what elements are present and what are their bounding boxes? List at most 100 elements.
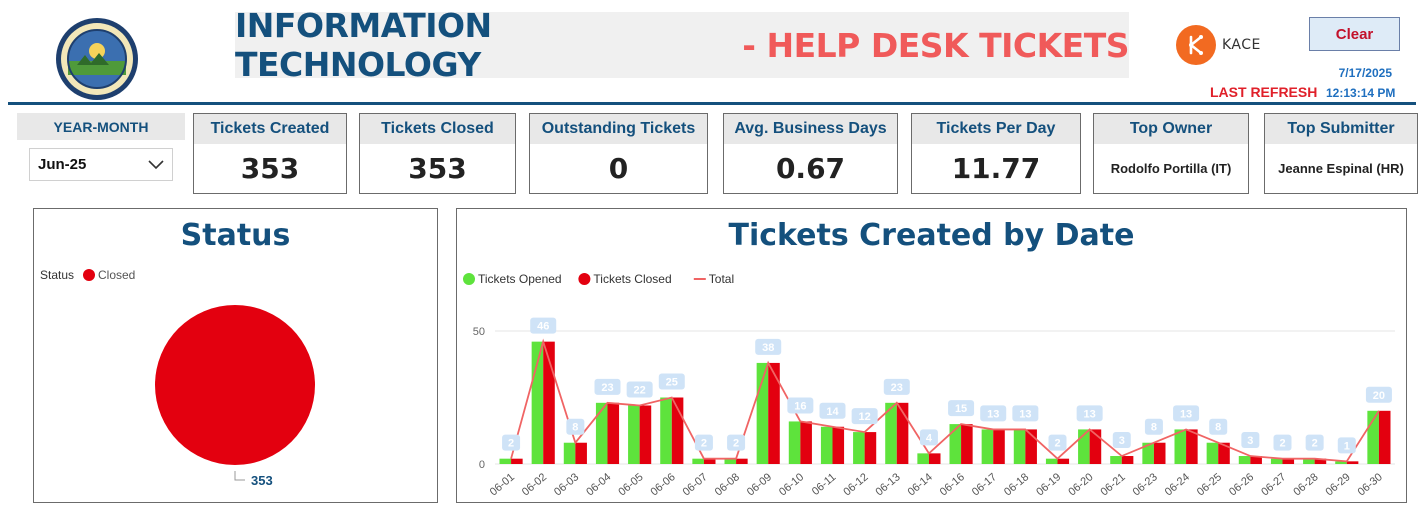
opened-bar [1013,429,1026,464]
data-label: 14 [826,406,839,418]
x-tick-label: 06-17 [970,471,999,498]
kpi-value: 11.77 [951,152,1041,185]
closed-bar [928,453,941,464]
opened-bar [788,421,801,464]
title-primary: INFORMATION TECHNOLOGY [235,6,492,84]
tickets-by-date-panel: Tickets Created by Date Tickets Opened Ti… [456,208,1407,503]
data-label: 2 [1279,438,1285,450]
kace-k-icon [1176,25,1216,65]
x-tick-label: 06-03 [552,471,581,498]
kpi-outstanding-tickets: Outstanding Tickets 0 [529,113,708,194]
refresh-date: 7/17/2025 [1338,66,1392,80]
dashboard: INFORMATION TECHNOLOGY - HELP DESK TICKE… [0,0,1424,506]
kpi-tickets-per-day: Tickets Per Day 11.77 [911,113,1081,194]
kpi-avg-business-days: Avg. Business Days 0.67 [723,113,898,194]
bar-legend-marker [578,273,591,285]
chevron-down-icon [148,159,164,169]
kpi-label: Top Owner [1094,114,1248,144]
x-tick-label: 06-01 [488,471,517,498]
x-tick-label: 06-10 [777,471,806,498]
kpi-top-submitter: Top Submitter Jeanne Espinal (HR) [1264,113,1418,194]
data-label: 3 [1247,435,1253,447]
x-tick-label: 06-21 [1098,471,1127,498]
data-label: 2 [508,438,514,450]
data-label: 8 [1151,422,1157,434]
kace-wordmark: KACE [1222,37,1261,53]
data-label: 2 [733,438,739,450]
header-divider [8,102,1416,105]
x-tick-label: 06-19 [1034,471,1063,498]
x-tick-label: 06-07 [681,471,710,498]
x-tick-label: 06-20 [1066,471,1095,498]
kace-logo: KACE [1176,24,1266,66]
x-tick-label: 06-29 [1323,471,1352,498]
closed-bar [1186,429,1198,464]
status-panel: Status Status Closed 353 [33,208,438,503]
closed-bar [639,405,652,464]
status-pie-chart[interactable]: Status Closed 353 [34,261,437,502]
kpi-value: 0 [608,152,629,185]
closed-bar [864,432,877,464]
last-refresh-label: LAST REFRESH [1210,84,1318,100]
data-label: 23 [891,382,903,394]
data-label: 23 [601,382,613,394]
kpi-tickets-closed: Tickets Closed 353 [359,113,516,194]
x-tick-label: 06-30 [1356,471,1385,498]
data-label: 38 [762,342,774,354]
closed-bar [607,402,620,464]
data-label: 8 [572,422,578,434]
x-tick-label: 06-26 [1227,471,1256,498]
opened-bar [628,405,640,464]
bar-legend-label: Tickets Opened [478,272,562,286]
pie-data-label: 353 [251,473,273,488]
y-tick-label: 0 [479,459,485,471]
data-label: 15 [955,403,967,415]
x-tick-label: 06-14 [906,471,935,498]
opened-bar [660,397,672,464]
year-month-dropdown[interactable]: Jun-25 [29,148,173,181]
x-tick-label: 06-06 [648,471,677,498]
data-label: 12 [859,411,871,423]
opened-bar [1045,458,1058,464]
closed-bar [1057,458,1070,464]
opened-bar [692,458,704,464]
closed-bar [1153,442,1166,464]
tickets-bar-chart[interactable]: Tickets Opened Tickets Closed Total 0 50 2 46 8… [457,261,1406,502]
opened-bar [1238,456,1251,464]
clear-filters-button[interactable]: Clear [1309,17,1400,51]
kpi-value: 0.67 [775,152,846,185]
x-tick-label: 06-25 [1195,471,1224,498]
opened-bar [981,429,994,464]
kpi-label: Avg. Business Days [724,114,897,144]
dashboard-title: INFORMATION TECHNOLOGY - HELP DESK TICKE… [235,6,1129,84]
pie-slice [155,305,315,465]
x-tick-label: 06-11 [810,471,839,498]
closed-bar [511,458,523,464]
bar-legend-label: Tickets Closed [593,272,671,286]
opened-bar [595,402,608,464]
pie-leader-line [234,471,245,481]
data-label: 22 [634,384,646,396]
data-label: 1 [1344,440,1350,452]
opened-bar [499,458,512,464]
data-label: 20 [1373,390,1385,402]
opened-bar [1270,458,1283,464]
closed-bar [800,421,812,464]
pie-legend-label: Closed [98,268,135,282]
x-tick-label: 06-24 [1163,471,1192,498]
data-label: 3 [1119,435,1125,447]
tickets-chart-title: Tickets Created by Date [457,209,1406,261]
closed-bar [768,362,780,464]
data-label: 2 [1312,438,1318,450]
kpi-value: Jeanne Espinal (HR) [1278,161,1404,176]
data-label: 13 [1084,408,1096,420]
opened-bar [1174,429,1187,464]
closed-bar [1346,461,1359,464]
data-label: 16 [794,400,806,412]
data-label: 4 [926,432,933,444]
kpi-top-owner: Top Owner Rodolfo Portilla (IT) [1093,113,1249,194]
year-month-selected: Jun-25 [38,156,87,173]
closed-bar [736,458,748,464]
closed-bar [832,426,845,464]
bar-legend-label: Total [709,272,734,286]
